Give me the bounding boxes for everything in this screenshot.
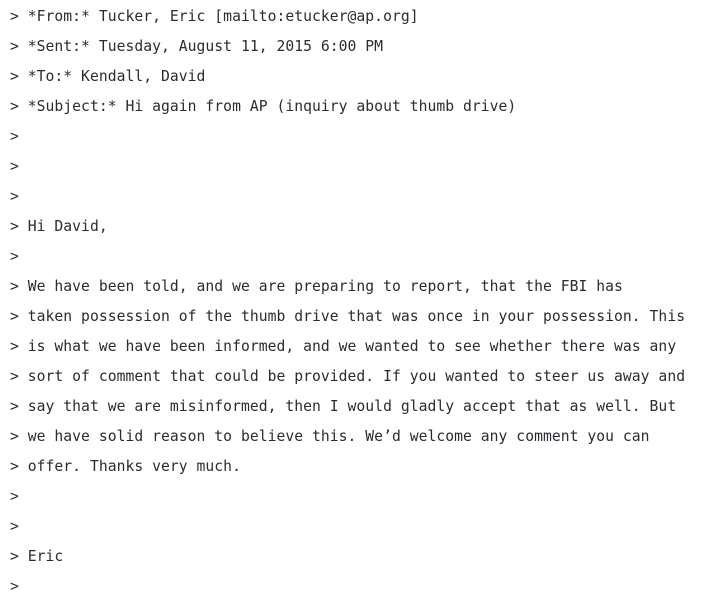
quote-blank-line: > bbox=[10, 578, 19, 595]
quote-blank-line: > bbox=[10, 248, 19, 265]
quote-blank-line: > bbox=[10, 488, 19, 505]
quote-text-line: > is what we have been informed, and we … bbox=[10, 338, 677, 355]
quote-text-line: > offer. Thanks very much. bbox=[10, 458, 241, 475]
quote-blank-line: > bbox=[10, 158, 19, 175]
quote-text-line: > Hi David, bbox=[10, 218, 108, 235]
quote-text-line: > taken possession of the thumb drive th… bbox=[10, 308, 686, 325]
quote-text-line: > sort of comment that could be provided… bbox=[10, 368, 686, 385]
quote-text-line: > *To:* Kendall, David bbox=[10, 68, 206, 85]
quote-blank-line: > bbox=[10, 188, 19, 205]
quote-text-line: > Eric bbox=[10, 548, 64, 565]
quote-text-line: > *From:* Tucker, Eric [mailto:etucker@a… bbox=[10, 8, 419, 25]
quote-blank-line: > bbox=[10, 518, 19, 535]
quote-text-line: > say that we are misinformed, then I wo… bbox=[10, 398, 677, 415]
quoted-email-body: > *From:* Tucker, Eric [mailto:etucker@a… bbox=[0, 2, 712, 598]
quote-text-line: > *Subject:* Hi again from AP (inquiry a… bbox=[10, 98, 517, 115]
quote-text-line: > We have been told, and we are preparin… bbox=[10, 278, 623, 295]
quote-text-line: > we have solid reason to believe this. … bbox=[10, 428, 650, 445]
quote-blank-line: > bbox=[10, 128, 19, 145]
quote-text-line: > *Sent:* Tuesday, August 11, 2015 6:00 … bbox=[10, 38, 384, 55]
